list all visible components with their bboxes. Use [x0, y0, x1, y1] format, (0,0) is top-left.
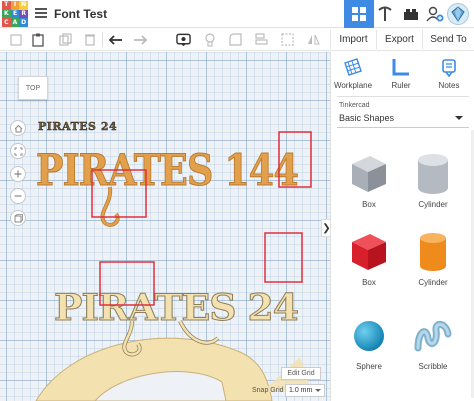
export-button[interactable]: Export — [376, 30, 422, 49]
snap-grid-value: 1.0 mm — [289, 387, 313, 394]
ruler-tool[interactable]: Ruler — [379, 56, 423, 98]
zoom-out-button[interactable] — [10, 188, 26, 204]
import-button[interactable]: Import — [330, 30, 376, 49]
shape-cylinder[interactable]: Cylinder — [403, 148, 463, 218]
box-red-icon — [352, 234, 386, 270]
shape-label: Cylinder — [418, 200, 448, 209]
shape-label: Sphere — [356, 362, 382, 371]
workplane-tool[interactable]: Workplane — [331, 56, 375, 98]
shape-cylinder[interactable]: Cylinder — [403, 226, 463, 296]
sphere-icon — [354, 321, 384, 351]
shape-label: Box — [362, 200, 376, 209]
shape-library-value: Basic Shapes — [339, 113, 395, 123]
toolbar-divider — [102, 32, 103, 47]
logo-letter: K — [2, 9, 11, 19]
shape-label: Cylinder — [418, 278, 448, 287]
chevron-down-icon — [455, 116, 463, 120]
edit-toolbar: Import Export Send To — [0, 28, 474, 51]
shape-outline-icon[interactable] — [228, 32, 243, 47]
scribble-icon — [414, 321, 452, 352]
shape-label: Scribble — [418, 362, 448, 371]
workplane-label: Workplane — [333, 81, 373, 90]
add-user-button[interactable] — [420, 0, 450, 28]
avatar-gem-icon — [451, 6, 465, 22]
user-avatar[interactable] — [447, 3, 469, 25]
highlight-box-medium-4 — [264, 232, 303, 283]
shapes-panel: Workplane Ruler Notes Tinkercad Basic Sh… — [330, 52, 474, 401]
snap-grid-select[interactable]: 1.0 mm — [285, 384, 325, 397]
logo-letter: I — [10, 1, 20, 10]
logo-letter: A — [10, 18, 20, 27]
fit-view-button[interactable] — [10, 143, 26, 159]
minus-icon — [14, 195, 22, 197]
chevron-down-icon — [315, 389, 321, 392]
top-bar: TINKERCAD Font Test — [0, 0, 474, 28]
cylinder-grey-icon — [418, 154, 448, 194]
tinkercad-logo[interactable]: TINKERCAD — [2, 1, 28, 27]
shape-box[interactable]: Box — [339, 226, 399, 296]
shape-label: Box — [362, 278, 376, 287]
logo-letter: R — [19, 9, 28, 19]
design-title[interactable]: Font Test — [54, 7, 107, 21]
ruler-icon — [392, 59, 409, 76]
pirates-24-text: PIRATES 24 — [54, 287, 298, 329]
perspective-toggle-button[interactable] — [10, 210, 26, 226]
box-grey-icon — [352, 156, 386, 192]
group-icon[interactable] — [280, 32, 295, 47]
duplicate-icon[interactable] — [58, 32, 73, 47]
library-source-label: Tinkercad — [339, 102, 370, 109]
home-view-button[interactable] — [10, 120, 26, 136]
send-to-button[interactable]: Send To — [422, 30, 474, 49]
delete-icon[interactable] — [82, 32, 97, 47]
edit-grid-button[interactable]: Edit Grid — [281, 367, 321, 380]
user-plus-icon — [426, 6, 444, 22]
mirror-icon[interactable] — [306, 32, 321, 47]
shape-scribble[interactable]: Scribble — [403, 310, 463, 380]
brick-icon — [404, 9, 418, 20]
new-shape-icon[interactable] — [8, 32, 23, 47]
align-icon[interactable] — [254, 32, 269, 47]
logo-letter: D — [19, 18, 28, 27]
shape-sphere[interactable]: Sphere — [339, 310, 399, 380]
logo-letter: T — [2, 1, 11, 10]
light-bulb-icon[interactable] — [202, 32, 217, 47]
workplane-icon — [344, 58, 362, 76]
pickaxe-icon — [378, 6, 392, 21]
home-icon — [14, 124, 22, 132]
zoom-in-button[interactable] — [10, 166, 26, 182]
logo-letter: N — [19, 1, 28, 10]
notes-toggle-icon[interactable] — [176, 32, 191, 47]
fit-all-icon — [14, 147, 22, 155]
plus-icon — [14, 170, 22, 178]
small-pirates-label: PIRATES 24 — [38, 120, 117, 133]
tinkercad-editor: TINKERCAD Font Test Import Export Send T… — [0, 0, 474, 401]
notes-icon — [442, 59, 456, 77]
shape-library-select[interactable]: Basic Shapes — [337, 110, 469, 126]
ruler-label: Ruler — [391, 81, 411, 90]
view-cube[interactable]: TOP — [18, 76, 48, 100]
design-menu-icon[interactable] — [35, 8, 47, 19]
notes-tool[interactable]: Notes — [427, 56, 471, 98]
cylinder-orange-icon — [420, 233, 446, 271]
paste-icon[interactable] — [30, 32, 45, 47]
snap-grid-label: Snap Grid — [252, 387, 284, 394]
grid-view-icon — [352, 7, 366, 21]
pirates-144-text: PIRATES 144 — [36, 146, 298, 196]
logo-letter: C — [2, 18, 11, 27]
notes-label: Notes — [438, 81, 460, 90]
undo-icon[interactable] — [108, 32, 123, 47]
logo-letter: E — [10, 9, 20, 19]
workplane-canvas[interactable]: PIRATES 24 PIRATES 144 PIRATES 24 TOP Ed… — [0, 52, 330, 401]
cube-outline-icon — [14, 213, 23, 222]
panel-divider — [337, 96, 469, 97]
select-underline — [337, 127, 469, 128]
design-scene[interactable]: PIRATES 24 PIRATES 144 PIRATES 24 — [0, 52, 330, 401]
shape-box[interactable]: Box — [339, 148, 399, 218]
redo-icon[interactable] — [132, 32, 147, 47]
